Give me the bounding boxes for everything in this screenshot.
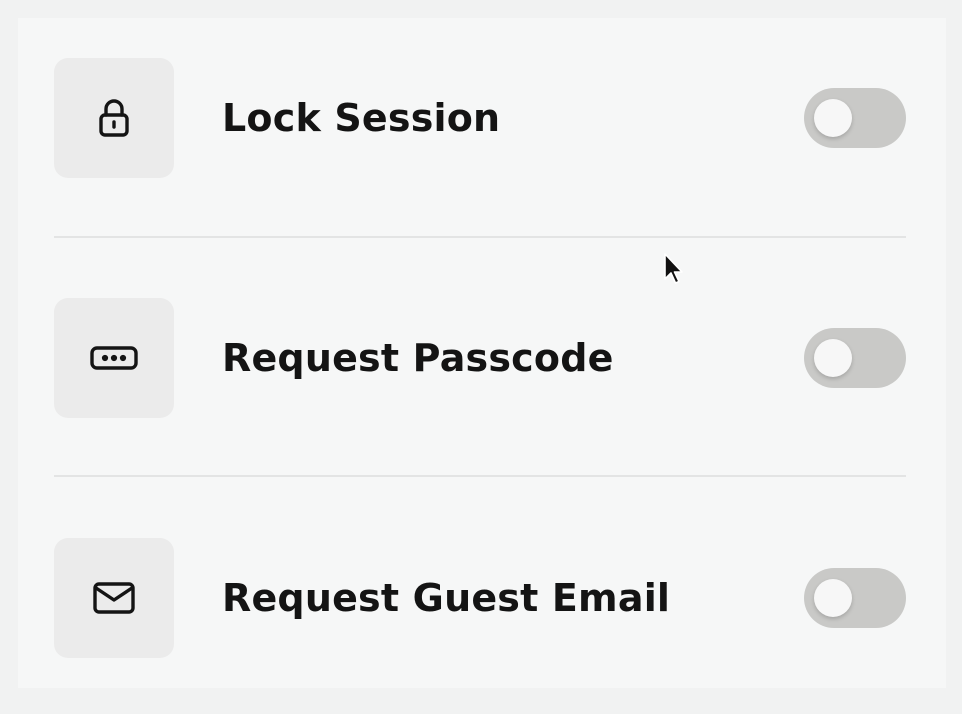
icon-tile <box>54 538 174 658</box>
mouse-cursor-icon <box>662 252 686 288</box>
icon-tile <box>54 298 174 418</box>
icon-tile <box>54 58 174 178</box>
setting-row-lock-session: Lock Session <box>18 58 946 178</box>
setting-label: Request Passcode <box>222 336 614 380</box>
lock-icon <box>90 94 138 142</box>
mail-icon <box>90 574 138 622</box>
setting-label: Lock Session <box>222 96 501 140</box>
settings-panel: Lock Session Request Passcode Request Gu… <box>18 18 946 688</box>
passcode-icon <box>90 334 138 382</box>
setting-label: Request Guest Email <box>222 576 671 620</box>
setting-row-request-guest-email: Request Guest Email <box>18 538 946 658</box>
lock-session-toggle[interactable] <box>804 88 906 148</box>
toggle-knob <box>814 99 852 137</box>
request-passcode-toggle[interactable] <box>804 328 906 388</box>
divider <box>54 236 906 238</box>
request-guest-email-toggle[interactable] <box>804 568 906 628</box>
divider <box>54 475 906 477</box>
toggle-knob <box>814 579 852 617</box>
setting-row-request-passcode: Request Passcode <box>18 298 946 418</box>
toggle-knob <box>814 339 852 377</box>
